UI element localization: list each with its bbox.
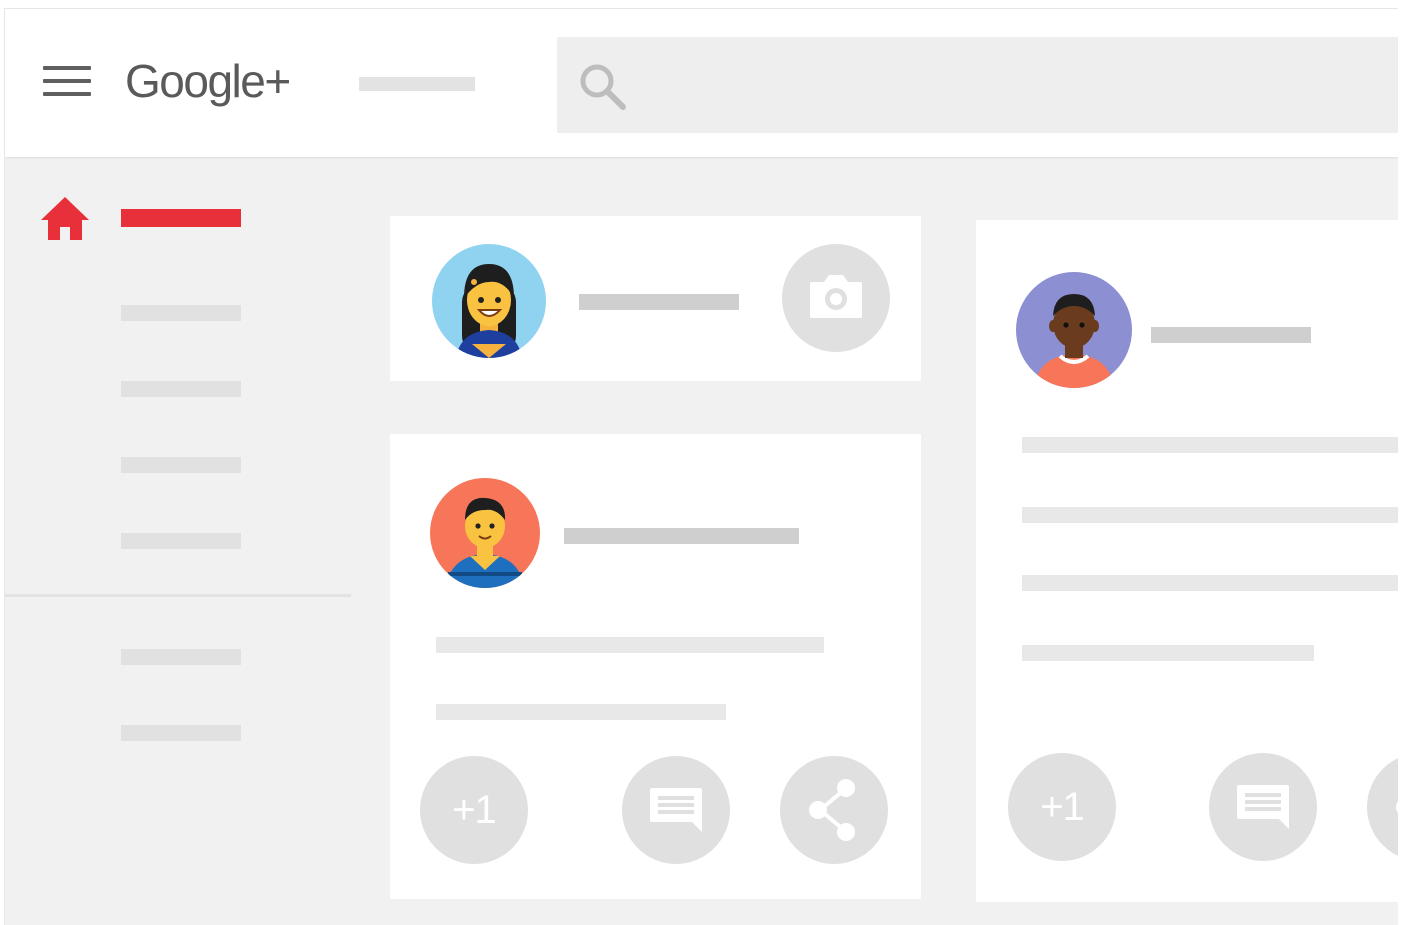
sidebar-item-label-placeholder [121,725,241,741]
search-input[interactable] [645,59,1349,113]
comment-icon [1237,785,1289,829]
plus-one-button[interactable]: +1 [420,756,528,864]
sidebar-item-label-placeholder [121,533,241,549]
post-card[interactable]: +1 [976,220,1398,902]
man-dark-avatar-icon[interactable] [1016,272,1132,388]
sidebar-item-4[interactable] [5,445,351,485]
sidebar-item-label-placeholder [121,457,241,473]
share-icon [1396,801,1398,813]
menu-line [43,92,91,96]
comment-button[interactable] [1209,753,1317,861]
navigation-drawer [5,157,351,925]
sidebar-item-2[interactable] [5,293,351,333]
share-icon [809,779,855,841]
plus-one-icon: +1 [452,787,497,832]
comment-icon [650,788,702,832]
sidebar-item-3[interactable] [5,369,351,409]
home-icon [41,197,89,240]
camera-button[interactable] [782,244,890,352]
sidebar-item-label-placeholder [121,381,241,397]
sidebar-divider [5,594,351,597]
user-name-placeholder [564,528,799,544]
google-plus-logo[interactable]: Google+ [125,55,291,107]
post-text-placeholder [436,637,824,653]
sidebar-item-label-placeholder [121,649,241,665]
top-app-bar: Google+ [5,9,1398,157]
sidebar-item-label-placeholder [121,209,241,227]
man-avatar-icon[interactable] [430,478,540,588]
sidebar-item-home[interactable] [5,197,351,240]
man-dark-avatar-graphic [1034,294,1114,388]
sidebar-item-label-placeholder [121,305,241,321]
search-icon[interactable] [577,61,629,113]
plus-one-icon: +1 [1040,784,1085,829]
post-text-placeholder [436,704,726,720]
plus-one-button[interactable]: +1 [1008,753,1116,861]
app-window: Google+ +1 +1 [4,8,1398,925]
menu-line [43,66,91,70]
sidebar-item-7[interactable] [5,713,351,753]
search-bar[interactable] [557,37,1398,133]
menu-line [43,79,91,83]
compose-card[interactable] [390,216,921,381]
sidebar-item-6[interactable] [5,637,351,677]
sidebar-item-5[interactable] [5,521,351,561]
woman-avatar-icon[interactable] [432,244,546,358]
share-button[interactable] [780,756,888,864]
man-avatar-graphic [446,497,524,588]
woman-avatar-graphic [456,264,522,358]
camera-icon [810,275,862,318]
user-name-placeholder [1151,327,1311,343]
header-text-placeholder [359,77,475,91]
post-text-placeholder [1022,437,1398,453]
hamburger-menu-icon[interactable] [43,64,93,100]
post-text-placeholder [1022,507,1398,523]
share-button[interactable] [1367,753,1398,861]
user-name-placeholder [579,294,739,310]
post-card[interactable]: +1 [390,434,921,899]
post-text-placeholder [1022,575,1398,591]
post-text-placeholder [1022,645,1314,661]
comment-button[interactable] [622,756,730,864]
